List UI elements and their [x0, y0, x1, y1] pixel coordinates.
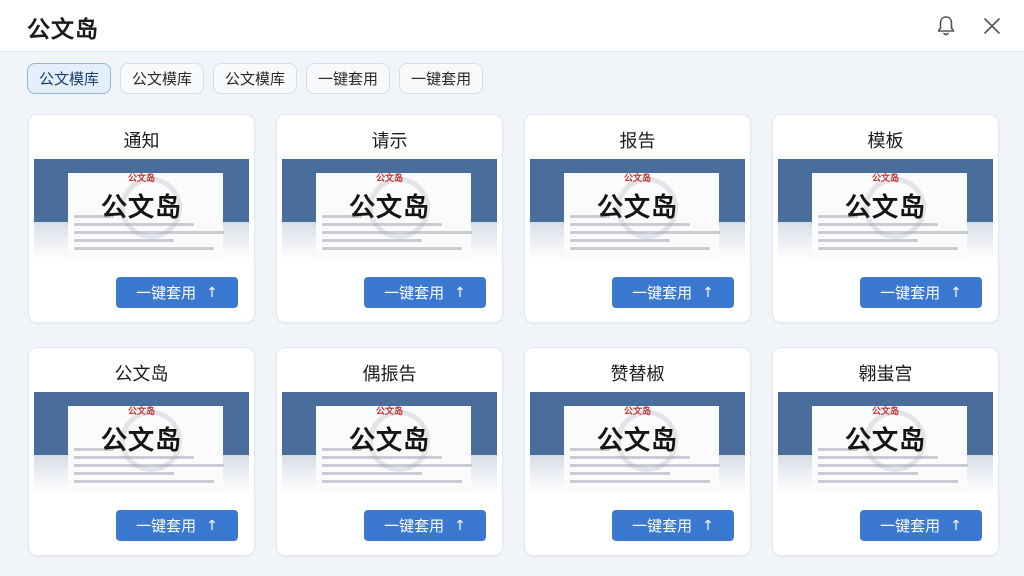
- template-preview: 公文岛 公文岛: [530, 159, 745, 260]
- template-card[interactable]: 模板 公文岛 公文岛 一键套用 ↑: [772, 114, 999, 323]
- apply-button-label: 一键套用: [632, 517, 693, 535]
- arrow-up-icon: ↑: [206, 284, 218, 301]
- tab-one-click-apply-1[interactable]: 一键套用: [306, 63, 391, 94]
- close-button[interactable]: [979, 13, 1005, 39]
- card-title: 报告: [619, 131, 656, 152]
- template-card[interactable]: 报告 公文岛 公文岛 一键套用 ↑: [524, 114, 751, 323]
- preview-red-heading: 公文岛: [623, 407, 651, 417]
- template-preview: 公文岛 公文岛: [530, 392, 745, 493]
- arrow-up-icon: ↑: [950, 517, 962, 534]
- card-title: 偶振告: [362, 364, 417, 385]
- template-card[interactable]: 赞替椒 公文岛 公文岛 一键套用 ↑: [524, 347, 751, 556]
- preview-title: 公文岛: [348, 193, 430, 223]
- template-card[interactable]: 请示 公文岛 公文岛 一键套用 ↑: [276, 114, 503, 323]
- preview-title: 公文岛: [100, 193, 182, 223]
- card-title: 公文岛: [114, 364, 169, 385]
- apply-template-button[interactable]: 一键套用 ↑: [364, 277, 486, 308]
- app-title: 公文岛: [27, 17, 99, 43]
- preview-title: 公文岛: [348, 426, 430, 456]
- arrow-up-icon: ↑: [206, 517, 218, 534]
- preview-red-heading: 公文岛: [623, 174, 651, 184]
- template-preview: 公文岛 公文岛: [778, 159, 993, 260]
- tab-template-library-2[interactable]: 公文模库: [120, 63, 205, 94]
- card-title: 赞替椒: [610, 364, 665, 385]
- apply-template-button[interactable]: 一键套用 ↑: [860, 277, 982, 308]
- apply-button-label: 一键套用: [136, 517, 197, 535]
- tab-template-library-1[interactable]: 公文模库: [27, 63, 112, 94]
- preview-title: 公文岛: [844, 426, 926, 456]
- apply-template-button[interactable]: 一键套用 ↑: [612, 510, 734, 541]
- arrow-up-icon: ↑: [950, 284, 962, 301]
- apply-template-button[interactable]: 一键套用 ↑: [116, 510, 238, 541]
- title-bar: 公文岛: [0, 0, 1024, 52]
- card-title: 模板: [867, 131, 904, 152]
- template-grid: 通知 公文岛 公文岛 一键套用 ↑ 请示 公文岛 公文岛 一键套用 ↑ 报告 公…: [28, 114, 999, 556]
- preview-red-heading: 公文岛: [375, 407, 403, 417]
- template-preview: 公文岛 公文岛: [282, 159, 497, 260]
- close-icon: [984, 18, 1000, 34]
- category-tabs: 公文模库 公文模库 公文模库 一键套用 一键套用: [27, 63, 484, 94]
- template-preview: 公文岛 公文岛: [778, 392, 993, 493]
- preview-red-heading: 公文岛: [375, 174, 403, 184]
- preview-red-heading: 公文岛: [871, 174, 899, 184]
- apply-button-label: 一键套用: [384, 284, 445, 302]
- tab-one-click-apply-2[interactable]: 一键套用: [399, 63, 484, 94]
- apply-button-label: 一键套用: [880, 284, 941, 302]
- card-title: 通知: [123, 131, 160, 152]
- template-card[interactable]: 公文岛 公文岛 公文岛 一键套用 ↑: [28, 347, 255, 556]
- preview-red-heading: 公文岛: [871, 407, 899, 417]
- apply-template-button[interactable]: 一键套用 ↑: [116, 277, 238, 308]
- arrow-up-icon: ↑: [702, 517, 714, 534]
- bell-icon: [937, 16, 955, 36]
- card-title: 请示: [371, 131, 408, 152]
- template-card[interactable]: 通知 公文岛 公文岛 一键套用 ↑: [28, 114, 255, 323]
- apply-button-label: 一键套用: [136, 284, 197, 302]
- preview-red-heading: 公文岛: [127, 407, 155, 417]
- preview-title: 公文岛: [844, 193, 926, 223]
- template-preview: 公文岛 公文岛: [34, 159, 249, 260]
- template-card[interactable]: 翱蚩宫 公文岛 公文岛 一键套用 ↑: [772, 347, 999, 556]
- apply-button-label: 一键套用: [632, 284, 693, 302]
- arrow-up-icon: ↑: [454, 517, 466, 534]
- template-preview: 公文岛 公文岛: [282, 392, 497, 493]
- apply-button-label: 一键套用: [384, 517, 445, 535]
- apply-template-button[interactable]: 一键套用 ↑: [612, 277, 734, 308]
- apply-button-label: 一键套用: [880, 517, 941, 535]
- apply-template-button[interactable]: 一键套用 ↑: [860, 510, 982, 541]
- card-title: 翱蚩宫: [858, 364, 913, 385]
- apply-template-button[interactable]: 一键套用 ↑: [364, 510, 486, 541]
- preview-title: 公文岛: [100, 426, 182, 456]
- template-card[interactable]: 偶振告 公文岛 公文岛 一键套用 ↑: [276, 347, 503, 556]
- preview-title: 公文岛: [596, 193, 678, 223]
- tab-template-library-3[interactable]: 公文模库: [213, 63, 298, 94]
- template-preview: 公文岛 公文岛: [34, 392, 249, 493]
- preview-title: 公文岛: [596, 426, 678, 456]
- preview-red-heading: 公文岛: [127, 174, 155, 184]
- arrow-up-icon: ↑: [454, 284, 466, 301]
- arrow-up-icon: ↑: [702, 284, 714, 301]
- notification-button[interactable]: [933, 13, 959, 39]
